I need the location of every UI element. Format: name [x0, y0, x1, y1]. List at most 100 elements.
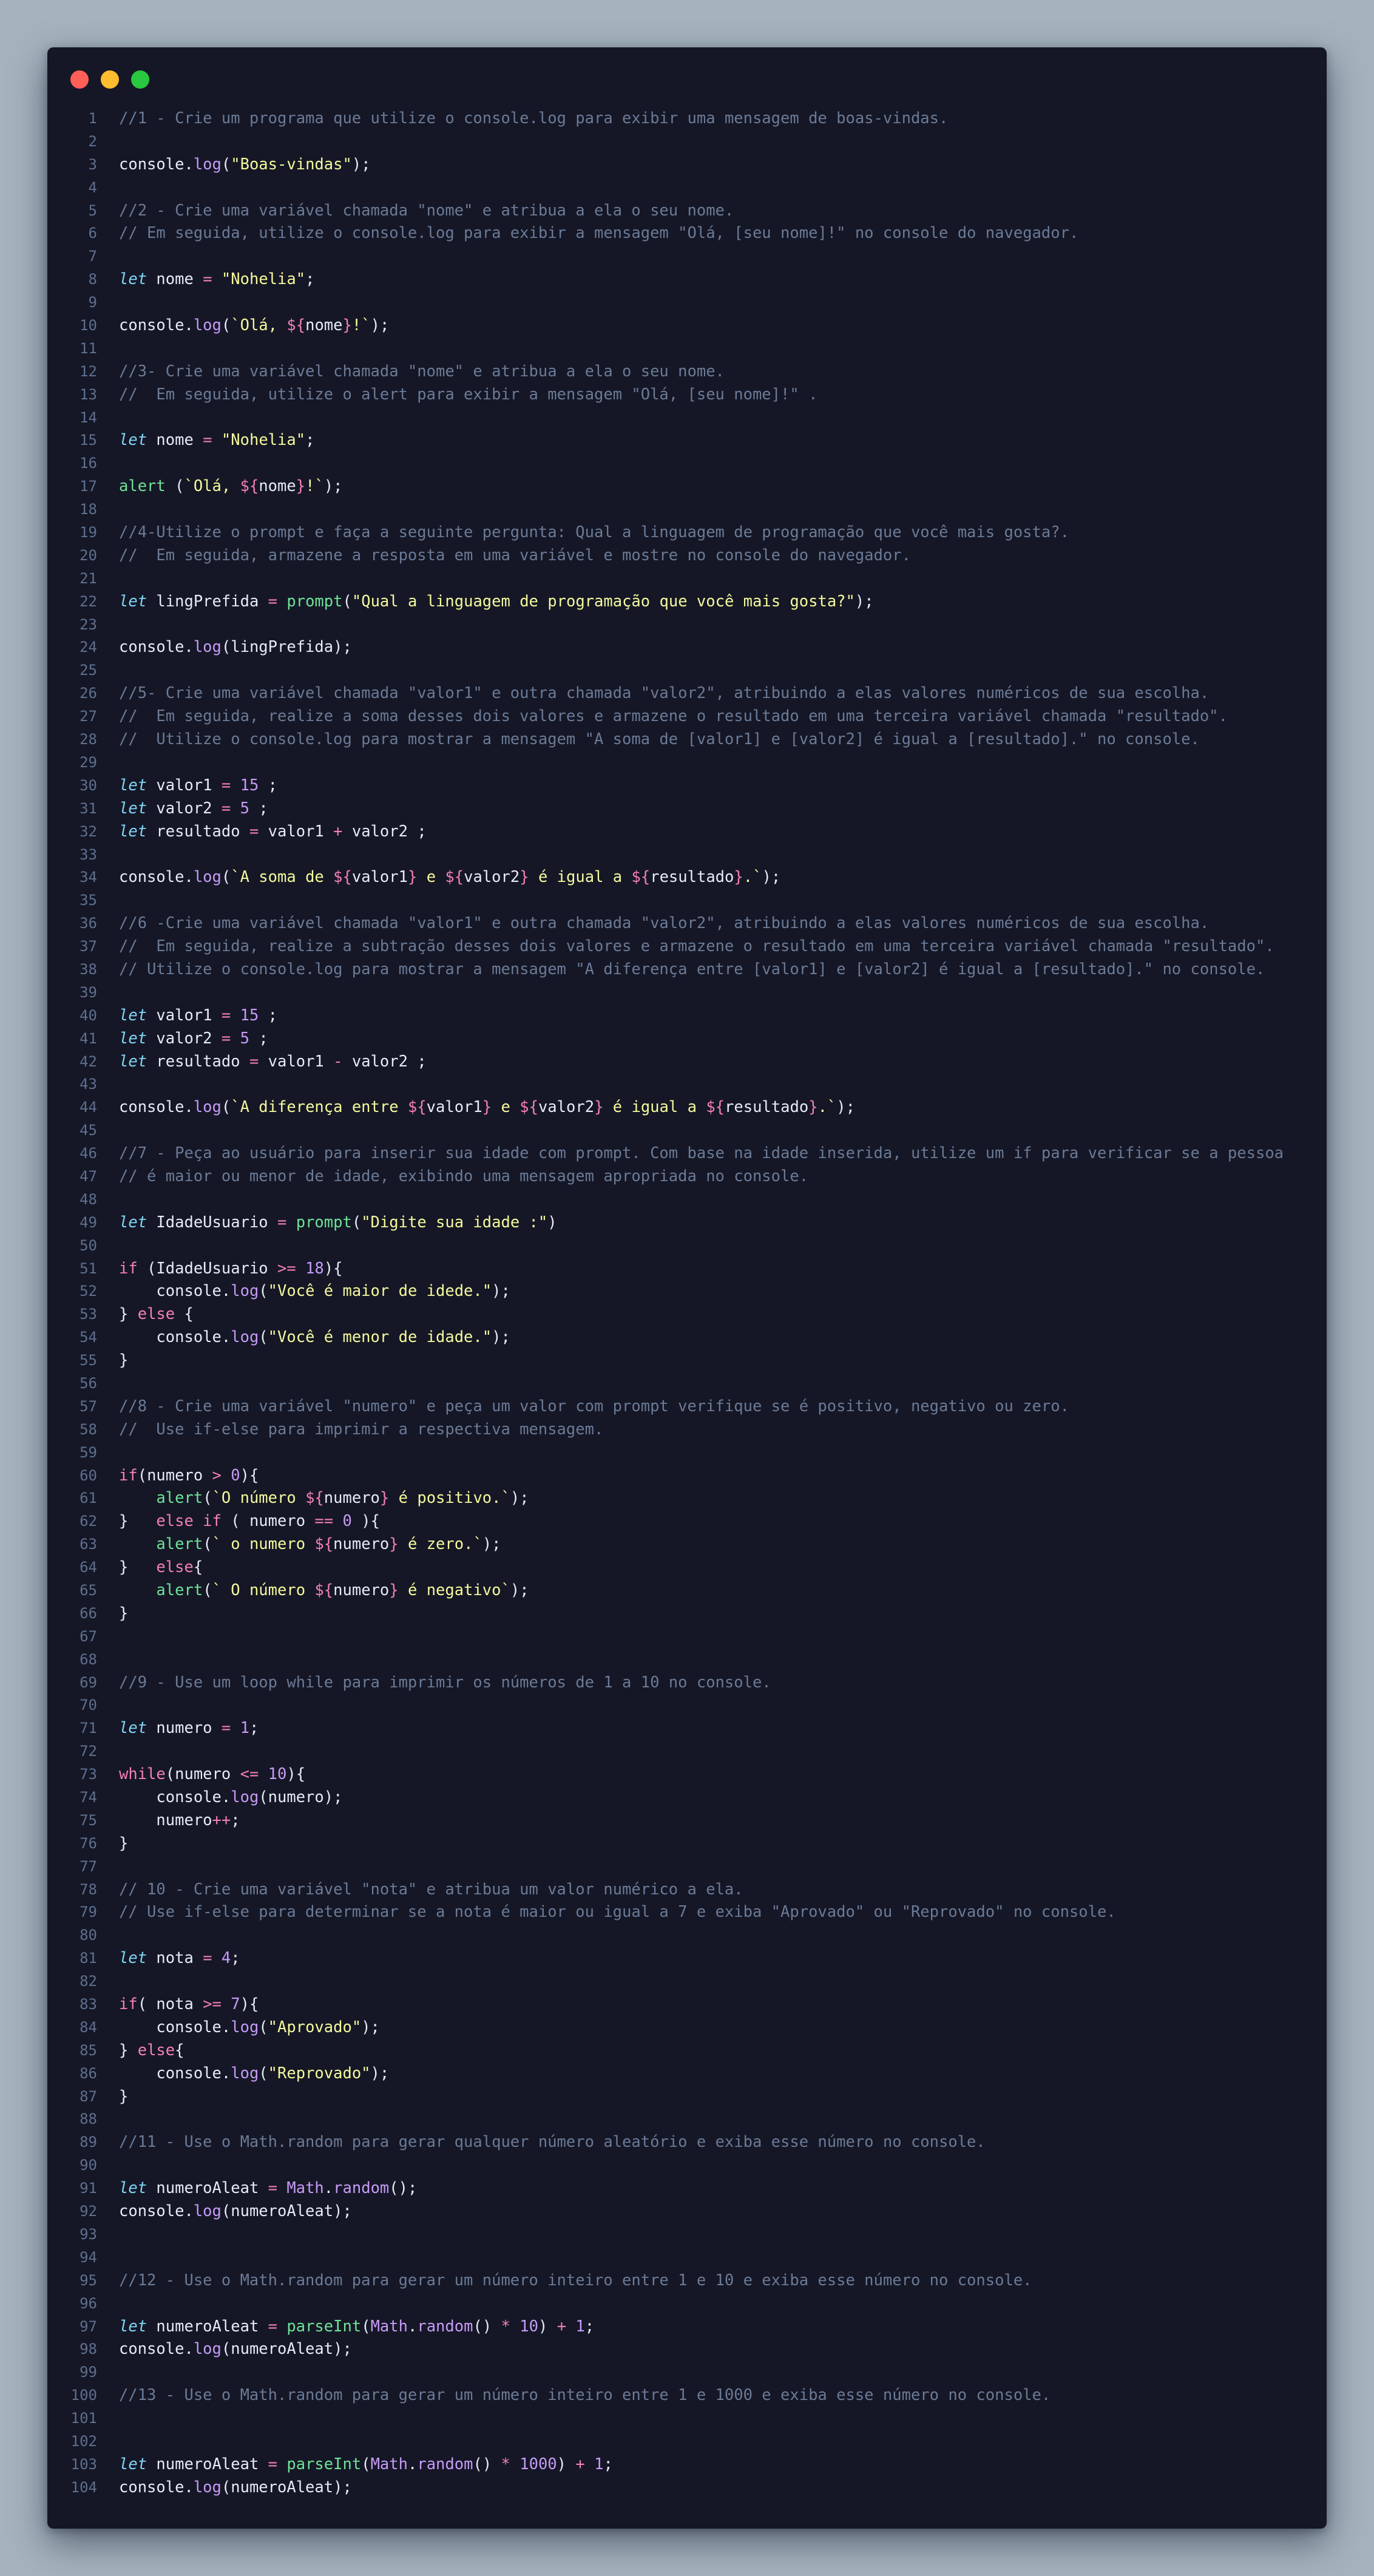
line-number: 60 — [80, 1466, 97, 1484]
code-token: numero — [333, 1581, 390, 1599]
code-text: // Em seguida, realize a subtração desse… — [97, 935, 1327, 958]
code-token: ; — [305, 270, 315, 289]
code-token: numero — [333, 1535, 390, 1554]
code-token: let — [119, 592, 147, 611]
line-number: 41 — [80, 1029, 97, 1047]
code-token: valor2 ; — [342, 1052, 427, 1071]
code-line: 19 //4-Utilize o prompt e faça a seguinte… — [47, 521, 1327, 544]
code-token: } — [119, 1834, 129, 1852]
line-number: 45 — [80, 1122, 97, 1139]
line-number: 73 — [80, 1766, 97, 1783]
code-token: ( — [259, 2018, 268, 2036]
line-number: 89 — [80, 2134, 97, 2151]
line-number: 93 — [80, 2225, 97, 2243]
code-line: 67 — [47, 1625, 1327, 1649]
code-token: = — [249, 822, 259, 841]
code-line: 26 //5- Crie uma variável chamada "valor1… — [47, 682, 1327, 705]
code-token: * — [501, 2455, 510, 2473]
code-text: let resultado = valor1 - valor2 ; — [97, 1051, 1327, 1074]
code-token: } — [389, 1581, 399, 1599]
code-token: Math — [370, 2317, 408, 2336]
code-text: } — [97, 1832, 1327, 1856]
code-text: alert(` o numero ${numero} é zero.`); — [97, 1533, 1327, 1556]
line-number: 25 — [80, 662, 97, 679]
code-token: = — [203, 270, 212, 289]
code-text: // é maior ou menor de idade, exibindo u… — [97, 1165, 1327, 1188]
code-line: 60 if(numero > 0){ — [47, 1465, 1327, 1488]
code-line: 12 //3- Crie uma variável chamada "nome" … — [47, 361, 1327, 384]
code-token: // Use if-else para determinar se a nota… — [119, 1903, 1116, 1922]
code-token: } — [119, 1512, 157, 1531]
zoom-dot-icon[interactable] — [131, 70, 149, 89]
code-token: ${ — [305, 1489, 324, 1508]
code-token: prompt — [296, 1213, 352, 1232]
code-token: ( — [221, 316, 231, 335]
code-token: } — [119, 1604, 129, 1622]
code-token: valor2 — [147, 799, 222, 818]
code-text: console.log(`A diferença entre ${valor1}… — [97, 1096, 1327, 1119]
code-token: ${ — [314, 1581, 334, 1599]
code-token: = — [203, 431, 212, 450]
line-number: 46 — [80, 1145, 97, 1162]
code-text: //7 - Peça ao usuário para inserir sua i… — [97, 1142, 1327, 1165]
code-token: 15 — [240, 1006, 259, 1025]
line-number: 85 — [80, 2041, 97, 2059]
code-line: 29 — [47, 751, 1327, 774]
code-token: log — [231, 1282, 259, 1301]
line-number: 92 — [80, 2203, 97, 2220]
code-token: 5 — [240, 799, 249, 818]
code-token: let — [119, 776, 147, 795]
line-number: 63 — [80, 1536, 97, 1553]
line-number: 55 — [80, 1352, 97, 1369]
code-line: 42 let resultado = valor1 - valor2 ; — [47, 1051, 1327, 1074]
code-text: } else if ( numero == 0 ){ — [97, 1510, 1327, 1533]
code-text: //1 - Crie um programa que utilize o con… — [97, 107, 1327, 130]
code-token: console. — [119, 2478, 194, 2496]
code-editor[interactable]: 1 //1 - Crie um programa que utilize o co… — [47, 107, 1327, 2500]
code-token: let — [119, 1006, 147, 1025]
code-token: ( — [221, 868, 231, 887]
line-number: 43 — [80, 1076, 97, 1093]
minimize-dot-icon[interactable] — [101, 70, 119, 89]
line-number: 37 — [80, 938, 97, 955]
code-token: ){ — [240, 1995, 259, 2014]
line-number: 35 — [80, 892, 97, 909]
code-token: } — [407, 868, 418, 887]
code-token: ; — [603, 2455, 613, 2473]
code-line: 40 let valor1 = 15 ; — [47, 1005, 1327, 1028]
line-number: 61 — [80, 1490, 97, 1507]
code-token: ; — [584, 2317, 595, 2336]
line-number: 9 — [88, 294, 97, 311]
close-dot-icon[interactable] — [70, 70, 89, 89]
code-line: 3 console.log("Boas-vindas"); — [47, 154, 1327, 177]
code-token: console. — [119, 868, 194, 887]
code-token: ${ — [333, 868, 352, 887]
code-token: = — [268, 2179, 278, 2198]
code-line: 24 console.log(lingPrefida); — [47, 636, 1327, 659]
code-text: //5- Crie uma variável chamada "valor1" … — [97, 682, 1327, 705]
code-token: console. — [119, 2340, 194, 2359]
code-token: ( — [361, 2317, 371, 2336]
code-token: if — [119, 1466, 138, 1485]
code-token: ); — [855, 592, 874, 611]
code-token: ); — [323, 477, 343, 496]
code-token: ) — [538, 2317, 557, 2336]
code-token: log — [231, 1788, 259, 1807]
line-number: 26 — [80, 685, 97, 702]
code-token: // Em seguida, realize a subtração desse… — [119, 937, 1274, 956]
code-token: .` — [743, 868, 762, 887]
code-line: 41 let valor2 = 5 ; — [47, 1028, 1327, 1051]
line-number: 98 — [80, 2340, 97, 2358]
code-text: // 10 - Crie uma variável "nota" e atrib… — [97, 1879, 1327, 1902]
line-number: 72 — [80, 1743, 97, 1760]
line-number: 58 — [80, 1420, 97, 1438]
code-text: //4-Utilize o prompt e faça a seguinte p… — [97, 521, 1327, 544]
line-number: 27 — [80, 708, 97, 725]
